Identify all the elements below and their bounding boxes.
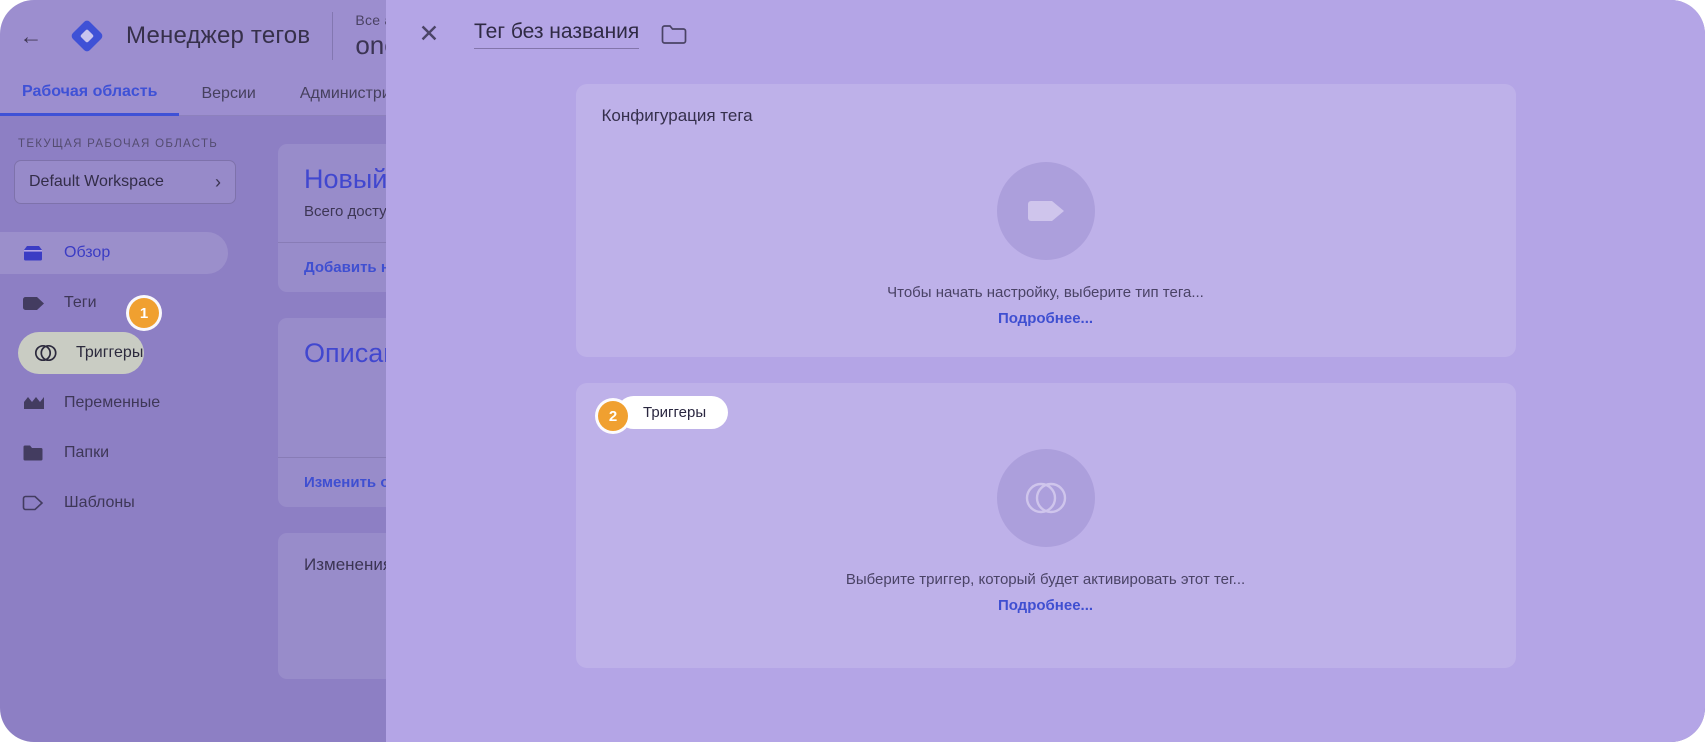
sidebar-label-overview: Обзор [64, 244, 111, 261]
triggers-placeholder-text: Выберите триггер, который будет активиро… [845, 571, 1246, 588]
sidebar-nav-list: Обзор Теги Триггеры Переменные Папки Шаб… [0, 232, 250, 524]
close-icon[interactable]: ✕ [408, 13, 450, 55]
gtm-diamond-logo [68, 17, 106, 55]
callout-badge-2: 2 [598, 401, 628, 431]
config-placeholder: Чтобы начать настройку, выберите тип тег… [576, 126, 1516, 357]
sidebar-label-folders: Папки [64, 444, 109, 461]
callout-badge-1: 1 [129, 298, 159, 328]
folder-icon[interactable] [661, 24, 687, 45]
sidebar-item-folders[interactable]: Папки [0, 432, 228, 474]
folder-icon [22, 443, 48, 463]
tag-editor-overlay: ✕ Тег без названия Конфигурация тега Что… [386, 0, 1705, 742]
sidebar-label-triggers: Триггеры [76, 344, 144, 361]
chevron-right-icon: › [215, 171, 221, 192]
sidebar-label-tags: Теги [64, 294, 97, 311]
app-title: Менеджер тегов [126, 22, 311, 49]
overview-icon [22, 243, 48, 263]
arrow-left-icon[interactable]: ← [0, 0, 62, 72]
sidebar-item-triggers[interactable]: Триггеры [18, 332, 144, 374]
tag-icon [22, 293, 48, 313]
trigger-circle-icon [996, 449, 1095, 547]
overlay-header: ✕ Тег без названия [386, 0, 1705, 68]
template-icon [22, 493, 48, 513]
tag-name-input[interactable]: Тег без названия [474, 20, 640, 49]
sidebar-caption: ТЕКУЩАЯ РАБОЧАЯ ОБЛАСТЬ [18, 138, 219, 150]
sidebar-item-overview[interactable]: Обзор [0, 232, 228, 274]
header-divider [332, 12, 334, 60]
sidebar-item-tags[interactable]: Теги [0, 282, 228, 324]
config-heading: Конфигурация тега [601, 106, 753, 125]
sidebar-label-variables: Переменные [64, 394, 161, 411]
screenshot-root: ← Менеджер тегов Все аккаунты onespo Раб… [0, 0, 1705, 742]
sidebar: ТЕКУЩАЯ РАБОЧАЯ ОБЛАСТЬ Default Workspac… [0, 116, 250, 742]
app-window: ← Менеджер тегов Все аккаунты onespo Раб… [0, 0, 1705, 742]
overlay-body: Конфигурация тега Чтобы начать настройку… [386, 68, 1705, 668]
tag-shape-icon [996, 162, 1095, 260]
tab-workspace[interactable]: Рабочая область [0, 72, 180, 116]
tab-versions[interactable]: Версии [179, 72, 277, 116]
sidebar-item-variables[interactable]: Переменные [0, 382, 228, 424]
triggers-learn-more-link[interactable]: Подробнее... [998, 597, 1093, 614]
sidebar-label-templates: Шаблоны [64, 494, 135, 511]
config-placeholder-text: Чтобы начать настройку, выберите тип тег… [887, 284, 1204, 301]
trigger-icon [34, 343, 60, 363]
workspace-name: Default Workspace [29, 173, 164, 190]
workspace-selector[interactable]: Default Workspace › [14, 160, 236, 204]
sidebar-item-templates[interactable]: Шаблоны [0, 482, 228, 524]
tag-configuration-panel[interactable]: Конфигурация тега Чтобы начать настройку… [575, 84, 1516, 357]
tooltip-triggers: Триггеры [617, 396, 729, 429]
config-learn-more-link[interactable]: Подробнее... [998, 310, 1093, 327]
variables-icon [22, 393, 48, 413]
